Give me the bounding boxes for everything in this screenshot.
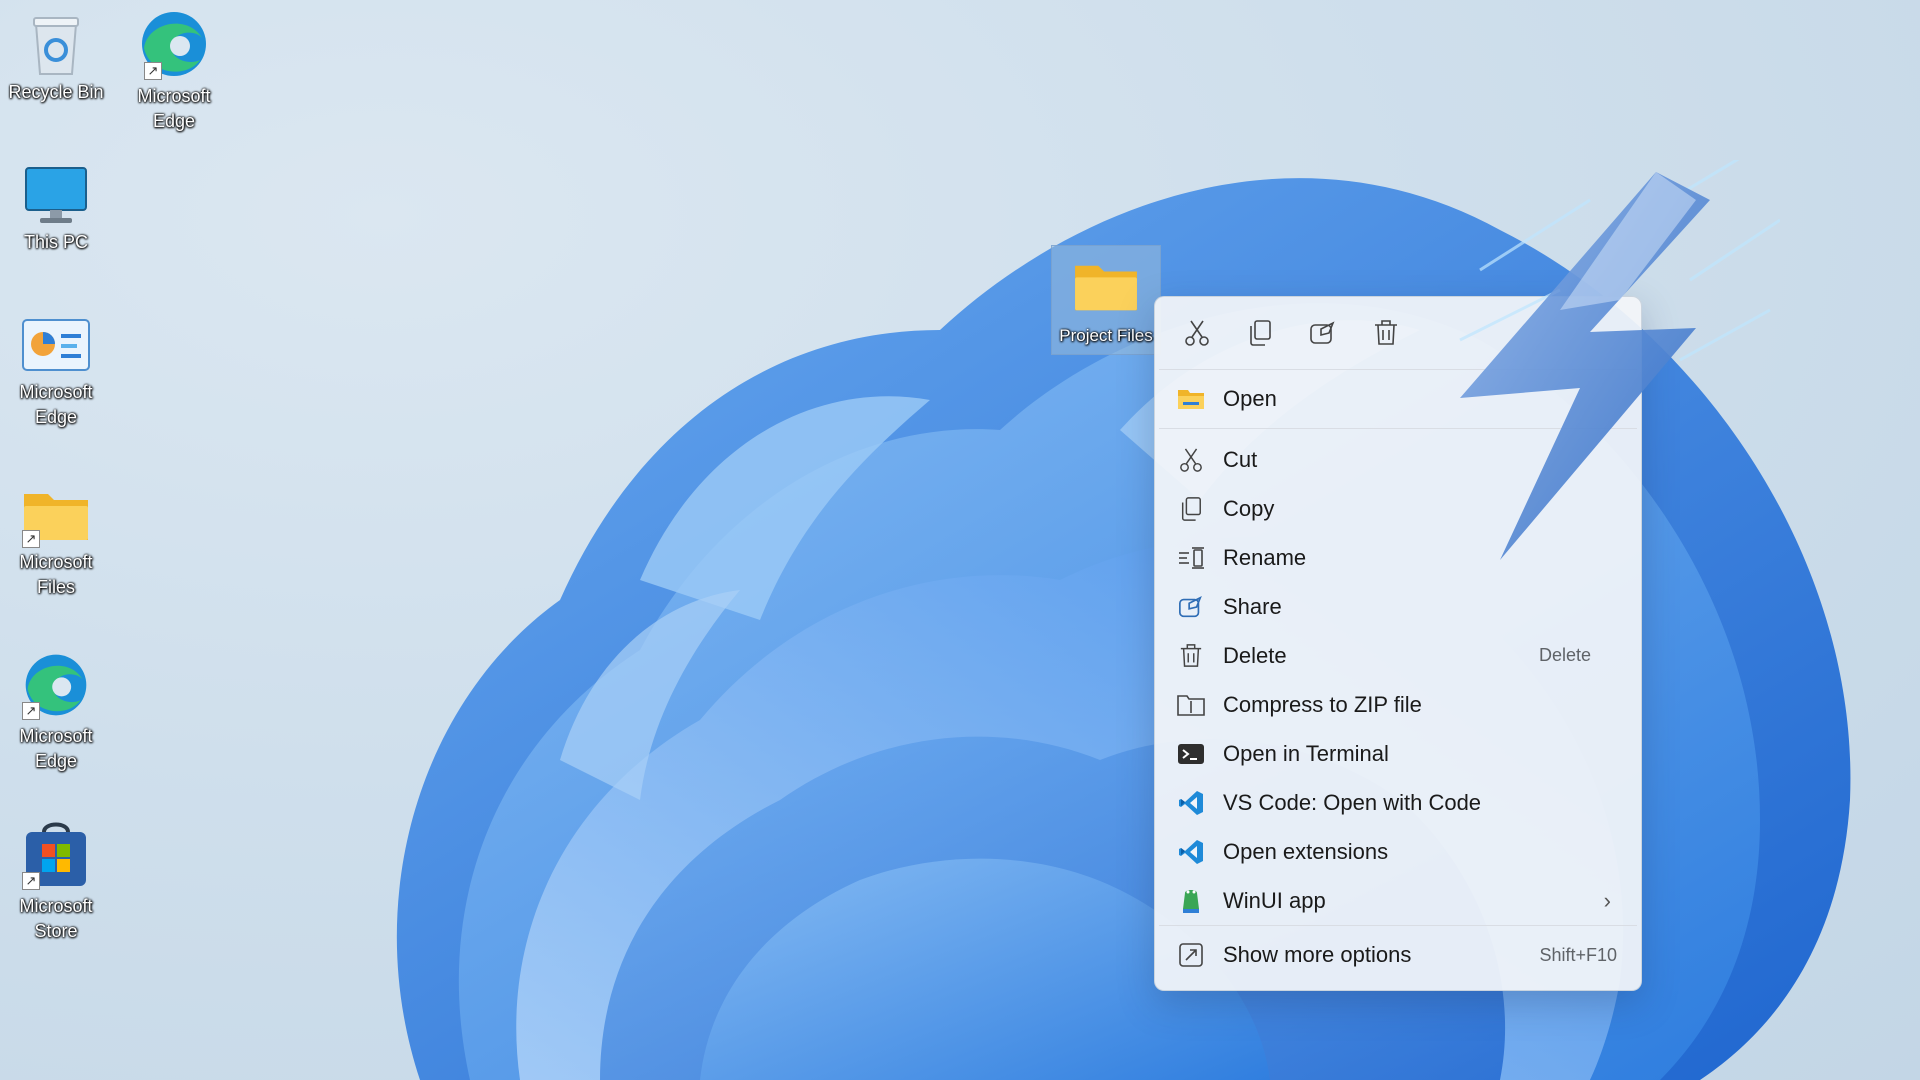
- folder-label: Project Files: [1059, 326, 1153, 345]
- desktop-icon-label: Microsoft Edge: [19, 382, 93, 427]
- desktop-icon-microsoft-files[interactable]: ↗ Microsoft Files: [0, 486, 112, 600]
- menu-item-delete[interactable]: Delete Delete: [1155, 631, 1641, 680]
- menu-item-label: Delete: [1223, 642, 1287, 668]
- quick-cut-button[interactable]: [1177, 313, 1217, 353]
- desktop-icon-microsoft-edge-top[interactable]: ↗ Microsoft Edge: [118, 8, 230, 134]
- delete-icon: [1375, 320, 1397, 345]
- more-options-icon: [1177, 941, 1205, 969]
- cut-icon: [1177, 446, 1205, 474]
- shortcut-arrow-icon: ↗: [144, 62, 162, 80]
- quick-actions-bar: [1155, 297, 1641, 369]
- dashboard-app-icon: [22, 319, 90, 371]
- menu-item-label: Open extensions: [1223, 838, 1389, 864]
- share-icon: [1310, 321, 1335, 344]
- copy-icon: [1177, 495, 1205, 523]
- menu-item-compress-zip[interactable]: Compress to ZIP file: [1155, 680, 1641, 729]
- cut-icon: [1185, 320, 1209, 346]
- menu-item-shortcut: Shift+F10: [1539, 944, 1617, 965]
- delete-icon: [1177, 642, 1205, 670]
- quick-share-button[interactable]: [1303, 313, 1343, 353]
- menu-item-label: WinUI app: [1223, 887, 1326, 913]
- vscode-icon: [1177, 838, 1205, 866]
- desktop-icon-label: This PC: [23, 232, 88, 252]
- menu-item-label: Cut: [1223, 446, 1258, 472]
- recycle-bin-icon: [33, 17, 79, 75]
- desktop-icon-label: Microsoft Edge: [137, 86, 211, 131]
- menu-item-label: Rename: [1223, 544, 1307, 570]
- menu-item-shortcut: Delete: [1538, 645, 1591, 665]
- zip-icon: [1177, 691, 1205, 719]
- shortcut-arrow-icon: ↗: [22, 530, 40, 548]
- quick-copy-button[interactable]: [1240, 313, 1280, 353]
- menu-item-show-more-options[interactable]: Show more options Shift+F10: [1155, 926, 1641, 984]
- vscode-icon: [1177, 789, 1205, 817]
- menu-item-share[interactable]: Share: [1155, 582, 1641, 631]
- desktop-icon-recycle-bin[interactable]: Recycle Bin: [0, 12, 112, 105]
- desktop-icon-label: Microsoft Files: [19, 552, 93, 597]
- menu-item-copy[interactable]: Copy: [1155, 484, 1641, 533]
- desktop-icon-microsoft-edge-app[interactable]: Microsoft Edge: [0, 318, 112, 430]
- desktop-icon-label: Microsoft Store: [19, 896, 93, 941]
- folder-open-icon: [1177, 385, 1205, 413]
- menu-item-open-in-terminal[interactable]: Open in Terminal: [1155, 729, 1641, 778]
- context-menu: Open Cut Copy Rename Share Delete Delete…: [1154, 296, 1642, 991]
- folder-icon: [1075, 265, 1137, 311]
- terminal-icon: [1177, 740, 1205, 768]
- chevron-right-icon: ›: [1603, 887, 1611, 913]
- menu-item-label: Share: [1223, 593, 1282, 619]
- shortcut-arrow-icon: ↗: [22, 872, 40, 890]
- share-icon: [1177, 593, 1205, 621]
- shortcut-arrow-icon: ↗: [22, 702, 40, 720]
- quick-delete-button[interactable]: [1366, 313, 1406, 353]
- desktop-icon-microsoft-edge-2[interactable]: ↗ Microsoft Edge: [0, 650, 112, 774]
- winui-app-icon: [1177, 887, 1205, 915]
- desktop-icon-this-pc[interactable]: This PC: [0, 166, 112, 255]
- menu-item-winui-app[interactable]: WinUI app ›: [1155, 876, 1641, 925]
- menu-item-open[interactable]: Open: [1155, 370, 1641, 428]
- desktop-icon-label: Microsoft Edge: [19, 726, 93, 771]
- menu-item-label: Open in Terminal: [1223, 740, 1389, 766]
- menu-item-label: VS Code: Open with Code: [1223, 789, 1482, 815]
- menu-item-label: Open: [1223, 386, 1277, 411]
- menu-item-label: Compress to ZIP file: [1223, 691, 1422, 717]
- menu-item-cut[interactable]: Cut: [1155, 435, 1641, 484]
- rename-icon: [1177, 544, 1205, 572]
- menu-item-open-extensions[interactable]: Open extensions: [1155, 827, 1641, 876]
- monitor-icon: [25, 167, 87, 223]
- menu-item-rename[interactable]: Rename: [1155, 533, 1641, 582]
- copy-icon: [1250, 320, 1271, 346]
- menu-item-label: Show more options: [1223, 942, 1412, 967]
- desktop-icon-microsoft-store[interactable]: ↗ Microsoft Store: [0, 820, 112, 944]
- desktop-folder-project-files[interactable]: Project Files: [1051, 245, 1161, 355]
- menu-item-label: Copy: [1223, 495, 1275, 521]
- desktop-icon-label: Recycle Bin: [8, 82, 104, 102]
- menu-item-vscode-open[interactable]: VS Code: Open with Code: [1155, 778, 1641, 827]
